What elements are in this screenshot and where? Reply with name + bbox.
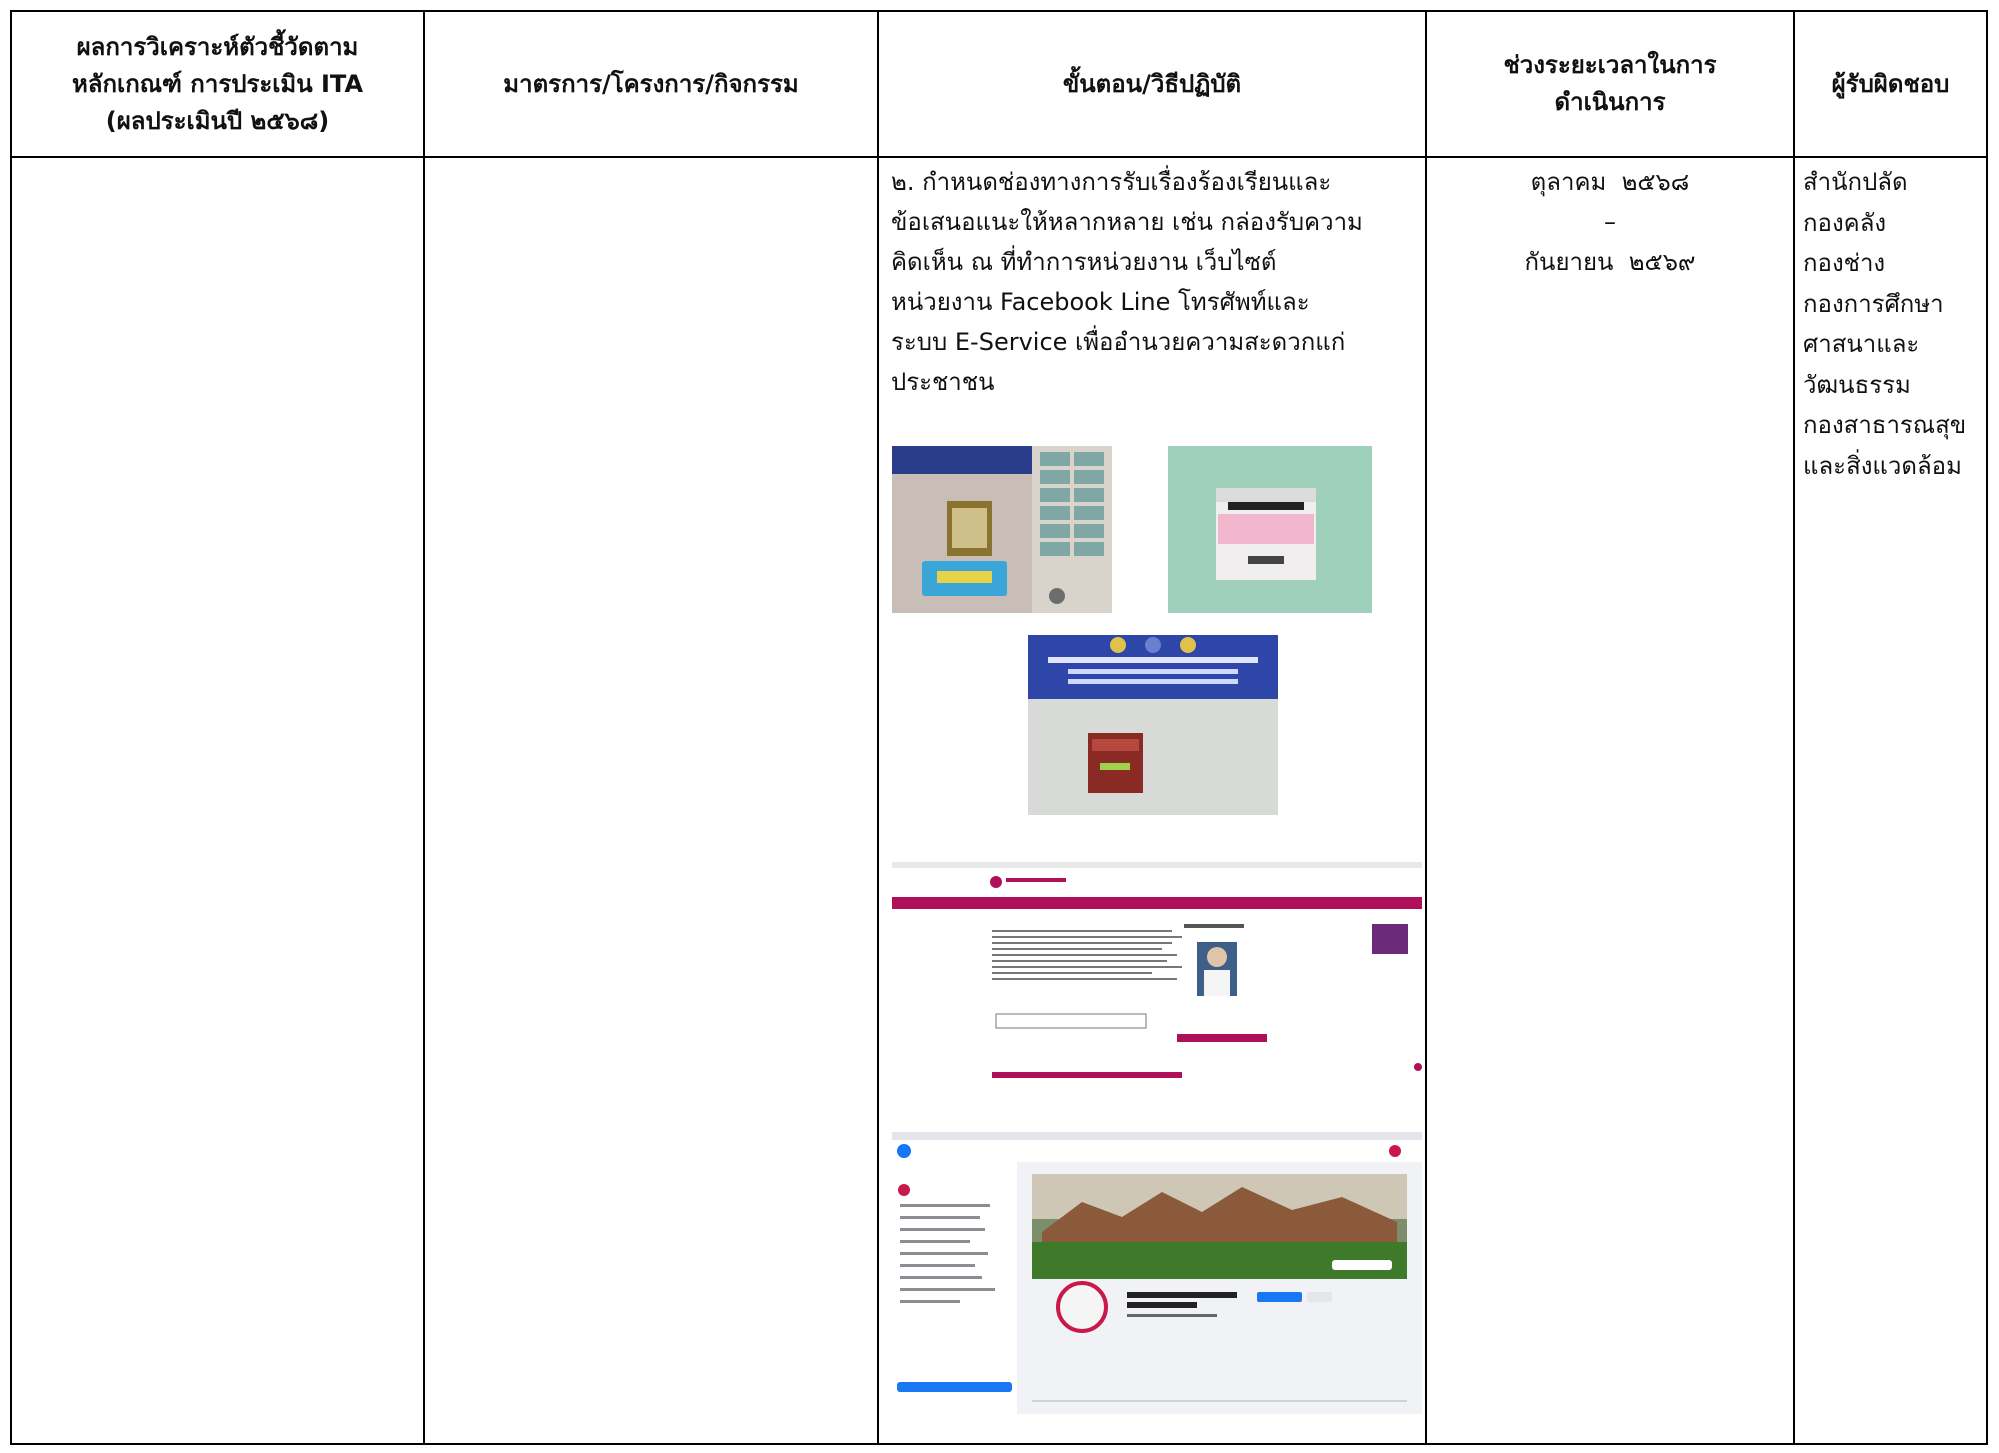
facebook-screenshot <box>892 1132 1422 1414</box>
header-measures: มาตรการ/โครงการ/กิจกรรม <box>425 12 877 156</box>
complaint-box-photo-2 <box>1168 446 1372 613</box>
header-ita-analysis: ผลการวิเคราะห์ตัวชี้วัดตาม หลักเกณฑ์ การ… <box>12 12 423 156</box>
responsible-item: กองการศึกษา <box>1803 289 1944 318</box>
header-period-text: ช่วงระยะเวลาในการ ดำเนินการ <box>1503 51 1717 116</box>
complaint-box-photo-3 <box>1028 635 1278 815</box>
period-cell: ตุลาคม ๒๕๖๘ – กันยายน ๒๕๖๙ <box>1427 162 1793 282</box>
responsible-cell: สำนักปลัด กองคลัง กองช่าง กองการศึกษา ศา… <box>1803 162 1983 486</box>
header-divider <box>12 156 1986 158</box>
responsible-item: กองสาธารณสุข <box>1803 411 1967 439</box>
responsible-item: วัฒนธรรม <box>1803 370 1911 399</box>
responsible-item: กองคลัง <box>1803 208 1887 237</box>
complaint-box-photo-1 <box>892 446 1112 613</box>
period-separator: – <box>1604 208 1616 236</box>
responsible-item: ศาสนาและ <box>1803 330 1920 358</box>
responsible-item: กองช่าง <box>1803 249 1886 277</box>
responsible-item: และสิ่งแวดล้อม <box>1803 451 1962 480</box>
procedure-line: ระบบ E-Service เพื่ออำนวยความสะดวกแก่ <box>891 328 1346 356</box>
header-responsible: ผู้รับผิดชอบ <box>1795 12 1986 156</box>
header-procedure-text: ขั้นตอน/วิธีปฏิบัติ <box>1062 69 1242 98</box>
procedure-line: หน่วยงาน Facebook Line โทรศัพท์และ <box>891 288 1310 316</box>
period-start: ตุลาคม ๒๕๖๘ <box>1530 168 1690 196</box>
procedure-line: ๒. กำหนดช่องทางการรับเรื่องร้องเรียนและ <box>891 168 1332 196</box>
website-screenshot <box>892 862 1422 1092</box>
header-procedure: ขั้นตอน/วิธีปฏิบัติ <box>879 12 1425 156</box>
column-divider <box>1793 12 1795 1443</box>
header-period: ช่วงระยะเวลาในการ ดำเนินการ <box>1427 12 1793 156</box>
header-measures-text: มาตรการ/โครงการ/กิจกรรม <box>503 69 799 98</box>
column-divider <box>423 12 425 1443</box>
header-ita-analysis-text: ผลการวิเคราะห์ตัวชี้วัดตาม หลักเกณฑ์ การ… <box>71 32 364 135</box>
procedure-text: ๒. กำหนดช่องทางการรับเรื่องร้องเรียนและ … <box>891 162 1421 402</box>
header-responsible-text: ผู้รับผิดชอบ <box>1831 69 1950 98</box>
procedure-line: ข้อเสนอแนะให้หลากหลาย เช่น กล่องรับความ <box>891 208 1363 236</box>
column-divider <box>877 12 879 1443</box>
action-plan-table: ผลการวิเคราะห์ตัวชี้วัดตาม หลักเกณฑ์ การ… <box>10 10 1988 1445</box>
responsible-item: สำนักปลัด <box>1803 168 1908 196</box>
period-end: กันยายน ๒๕๖๙ <box>1524 248 1696 276</box>
procedure-line: คิดเห็น ณ ที่ทำการหน่วยงาน เว็บไซต์ <box>891 248 1277 276</box>
procedure-line: ประชาชน <box>891 368 995 396</box>
